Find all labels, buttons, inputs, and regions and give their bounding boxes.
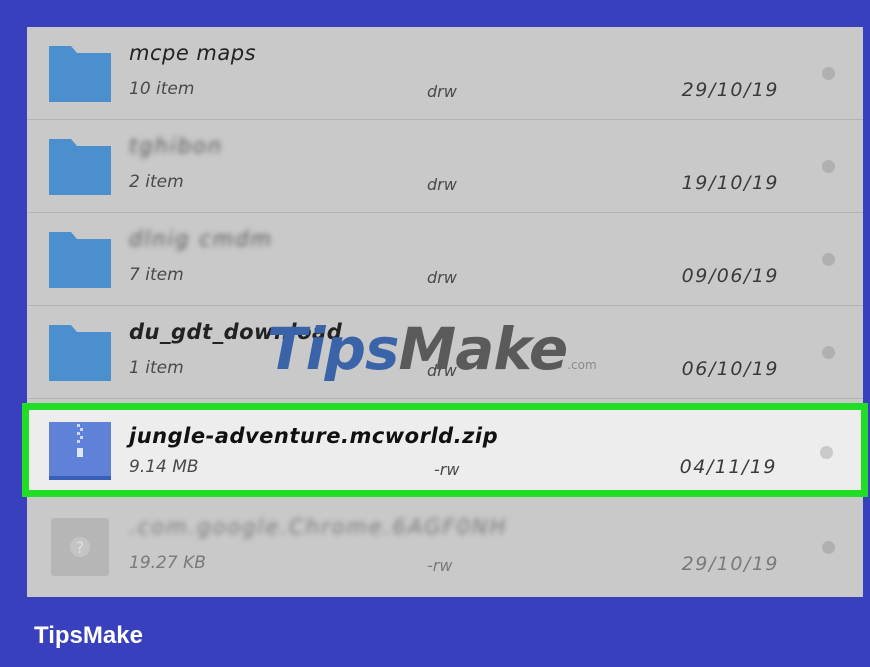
zip-file-icon xyxy=(49,422,111,480)
select-dot-icon[interactable] xyxy=(822,253,835,266)
file-name: .com.google.Chrome.6AGF0NH xyxy=(129,515,508,539)
file-name: jungle-adventure.mcworld.zip xyxy=(129,424,499,448)
file-permissions: -rw xyxy=(427,556,453,575)
select-dot-icon[interactable] xyxy=(822,541,835,554)
folder-icon xyxy=(49,232,111,288)
file-list: mcpe maps 10 item drw 29/10/19 tghibon 2… xyxy=(22,27,868,597)
file-permissions: -rw xyxy=(434,460,460,479)
watermark-com: .com xyxy=(567,358,597,372)
svg-text:?: ? xyxy=(76,538,85,557)
file-permissions: drw xyxy=(427,268,457,287)
file-row[interactable]: mcpe maps 10 item drw 29/10/19 xyxy=(27,27,863,120)
brand-footer: TipsMake xyxy=(34,622,143,649)
file-item-count: 2 item xyxy=(129,172,184,192)
folder-icon xyxy=(49,325,111,381)
select-dot-icon[interactable] xyxy=(822,346,835,359)
watermark-tips: Tips xyxy=(267,315,399,383)
folder-icon xyxy=(49,139,111,195)
folder-icon xyxy=(49,46,111,102)
file-date: 06/10/19 xyxy=(681,358,779,380)
file-permissions: drw xyxy=(427,175,457,194)
file-date: 19/10/19 xyxy=(681,172,779,194)
file-date: 29/10/19 xyxy=(681,79,779,101)
file-name: dlnig cmdm xyxy=(129,227,274,251)
select-dot-icon[interactable] xyxy=(822,67,835,80)
file-size: 19.27 KB xyxy=(129,553,206,573)
file-size: 9.14 MB xyxy=(129,457,199,477)
select-dot-icon[interactable] xyxy=(820,446,833,459)
watermark-make: Make xyxy=(398,315,568,383)
file-date: 29/10/19 xyxy=(681,553,779,575)
watermark: TipsMake.com xyxy=(267,315,597,383)
select-dot-icon[interactable] xyxy=(822,160,835,173)
file-item-count: 1 item xyxy=(129,358,184,378)
file-row[interactable]: dlnig cmdm 7 item drw 09/06/19 xyxy=(27,213,863,306)
file-item-count: 7 item xyxy=(129,265,184,285)
file-date: 04/11/19 xyxy=(679,456,777,478)
file-permissions: drw xyxy=(427,82,457,101)
file-row-selected[interactable]: jungle-adventure.mcworld.zip 9.14 MB -rw… xyxy=(22,403,868,497)
unknown-file-icon: ? xyxy=(51,518,109,576)
file-row[interactable]: tghibon 2 item drw 19/10/19 xyxy=(27,120,863,213)
file-row[interactable]: ? .com.google.Chrome.6AGF0NH 19.27 KB -r… xyxy=(27,501,863,594)
file-name: tghibon xyxy=(129,134,224,158)
file-date: 09/06/19 xyxy=(681,265,779,287)
file-name: mcpe maps xyxy=(129,41,257,65)
file-item-count: 10 item xyxy=(129,79,195,99)
